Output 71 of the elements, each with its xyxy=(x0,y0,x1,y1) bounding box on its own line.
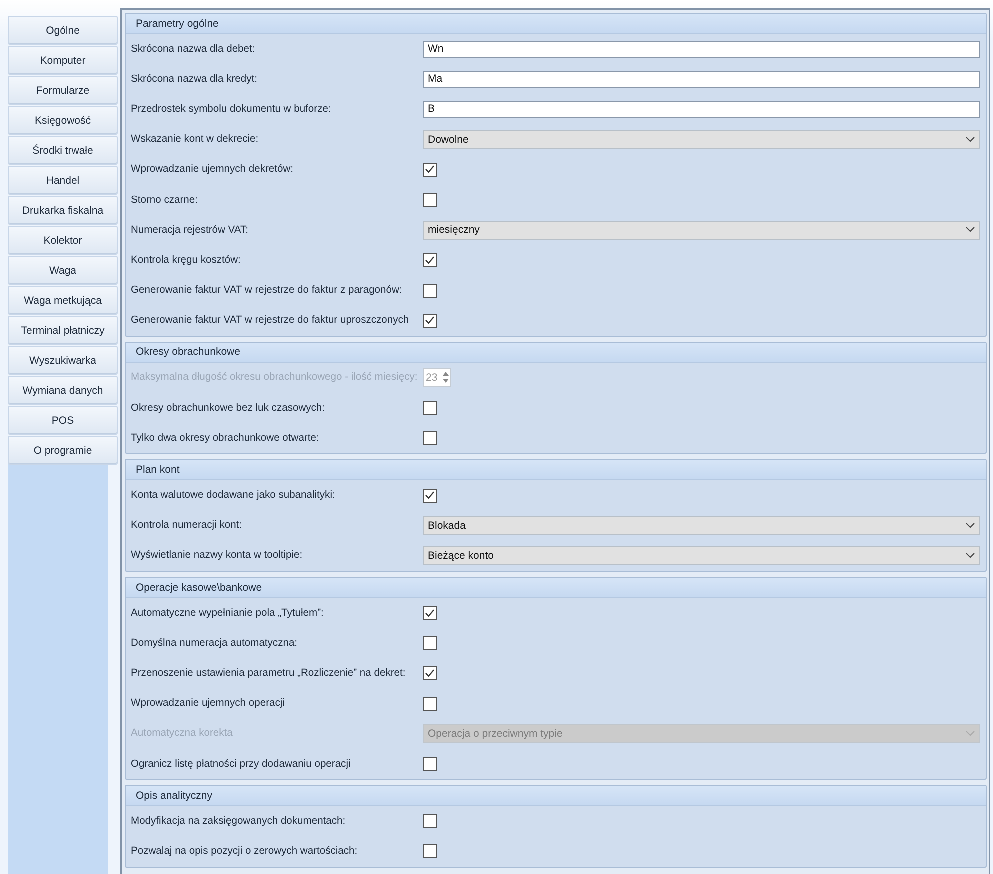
text-field[interactable]: B xyxy=(423,100,980,118)
nav-button[interactable]: Księgowość xyxy=(8,106,118,135)
nav-button[interactable]: Waga xyxy=(8,256,118,285)
checkbox[interactable] xyxy=(423,162,437,177)
field-label: Automatyczna korekta xyxy=(131,728,234,740)
field-label: Modyfikacja na zaksięgowanych dokumentach: xyxy=(131,816,347,827)
field-label: Pozwalaj na opis pozycji o zerowych wartościach: xyxy=(131,846,359,857)
checkbox[interactable] xyxy=(423,696,437,711)
checkbox[interactable] xyxy=(423,284,437,298)
group-header: Opis analityczny xyxy=(126,786,986,806)
nav-button[interactable]: Drukarka fiskalna xyxy=(8,196,118,225)
group-header: Okresy obrachunkowe xyxy=(126,342,986,363)
field-label: Kontrola numeracji kont: xyxy=(131,520,244,532)
field-label: Ogranicz listę płatności przy dodawaniu operacji xyxy=(131,758,352,770)
nav-button[interactable]: Waga metkująca xyxy=(8,286,118,315)
field-label: Generowanie faktur VAT w rejestrze do faktur z paragonów: xyxy=(131,285,404,296)
field-label: Wyświetlanie nazwy konta w tooltipie: xyxy=(131,550,304,562)
checkbox[interactable] xyxy=(423,193,437,208)
field-label: Wprowadzanie ujemnych dekretów: xyxy=(131,164,295,176)
field-label: Wskazanie kont w dekrecie: xyxy=(131,134,260,146)
checkbox[interactable] xyxy=(423,666,437,680)
checkbox[interactable] xyxy=(423,757,437,772)
nav-button[interactable]: Środki trwałe xyxy=(8,136,118,165)
text-field[interactable]: Wn xyxy=(423,40,980,58)
field-label: Przedrostek symbolu dokumentu w buforze: xyxy=(131,104,332,115)
nav-button[interactable]: Kolektor xyxy=(8,226,118,255)
dropdown[interactable]: miesięczny xyxy=(423,220,980,240)
text-field[interactable]: Ma xyxy=(423,70,980,88)
group-header: Parametry ogólne xyxy=(126,14,986,34)
chevron-down-icon xyxy=(966,552,975,559)
field-label: Maksymalna długość okresu obrachunkowego - ilość miesięcy: xyxy=(131,372,419,384)
nav-button[interactable]: Handel xyxy=(8,166,118,195)
group-header: Operacje kasowe\bankowe xyxy=(126,578,986,598)
dropdown[interactable]: Dowolne xyxy=(423,130,980,150)
field-label: Przenoszenie ustawienia parametru „Rozliczenie” na dekret: xyxy=(131,668,407,679)
field-label: Numeracja rejestrów VAT: xyxy=(131,224,250,236)
checkbox[interactable] xyxy=(423,253,437,268)
nav-button[interactable]: O programie xyxy=(8,436,118,465)
checkbox[interactable] xyxy=(423,844,437,858)
field-label: Okresy obrachunkowe bez luk czasowych: xyxy=(131,402,326,414)
chevron-down-icon xyxy=(966,136,975,143)
field-label: Kontrola kręgu kosztów: xyxy=(131,254,242,266)
chevron-down-icon xyxy=(966,730,975,737)
nav-button[interactable]: Terminal płatniczy xyxy=(8,316,118,345)
nav-button[interactable]: Wymiana danych xyxy=(8,376,118,405)
dropdown[interactable]: Bieżące konto xyxy=(423,546,980,566)
field-label: Skrócona nazwa dla debet: xyxy=(131,44,256,55)
nav-button[interactable]: Formularze xyxy=(8,76,118,105)
chevron-down-icon xyxy=(966,522,975,529)
nav-button[interactable]: Komputer xyxy=(8,46,118,75)
nav-button[interactable]: Ogólne xyxy=(8,16,118,45)
field-label: Automatyczne wypełnianie pola „Tytułem”: xyxy=(131,608,325,619)
checkbox[interactable] xyxy=(423,488,437,503)
checkbox[interactable] xyxy=(423,401,437,416)
field-label: Generowanie faktur VAT w rejestrze do faktur uproszczonych xyxy=(131,315,410,326)
chevron-down-icon xyxy=(966,227,975,234)
group-header: Plan kont xyxy=(126,460,986,480)
field-label: Skrócona nazwa dla kredyt: xyxy=(131,74,258,85)
dropdown[interactable]: Blokada xyxy=(423,516,980,536)
checkbox[interactable] xyxy=(423,431,437,446)
nav-button[interactable]: POS xyxy=(8,406,118,435)
field-label: Tylko dwa okresy obrachunkowe otwarte: xyxy=(131,432,320,444)
checkbox[interactable] xyxy=(423,606,437,620)
checkbox[interactable] xyxy=(423,636,437,650)
checkbox[interactable] xyxy=(423,814,437,828)
field-label: Konta walutowe dodawane jako subanalityki: xyxy=(131,490,336,502)
field-label: Storno czarne: xyxy=(131,194,199,206)
nav-button[interactable]: Wyszukiwarka xyxy=(8,346,118,375)
field-label: Domyślna numeracja automatyczna: xyxy=(131,638,299,649)
field-label: Wprowadzanie ujemnych operacji xyxy=(131,698,286,710)
checkbox[interactable] xyxy=(423,314,437,328)
